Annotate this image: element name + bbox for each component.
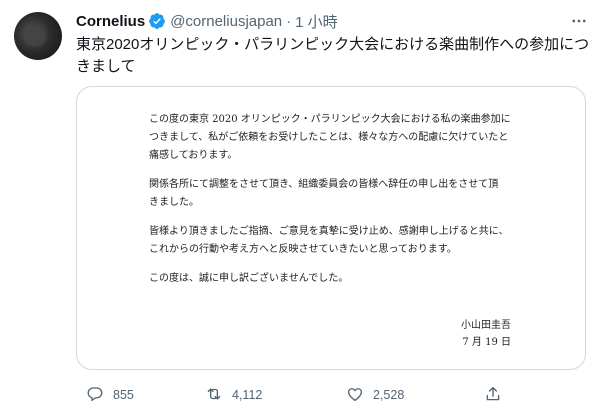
- tweet-actions: 855 4,112 2,528: [76, 382, 591, 408]
- statement-paragraph: 関係各所にて調整をさせて頂き、組織委員会の皆様へ辞任の申し出をさせて頂 きました…: [149, 176, 529, 212]
- statement-paragraph: この度の東京 2020 オリンピック・パラリンピック大会における私の楽曲参加に …: [149, 111, 529, 165]
- statement-line: つきまして、私がご依頼をお受けしたことは、様々な方への配慮に欠けていたと: [149, 132, 509, 143]
- user-handle[interactable]: @corneliusjapan: [170, 13, 282, 30]
- statement-line: これからの行動や考え方へと反映させていきたいと思っております。: [149, 244, 457, 255]
- separator-dot: ·: [286, 12, 292, 30]
- tweet-text: 東京2020オリンピック・パラリンピック大会における楽曲制作への参加につきまして: [76, 36, 590, 75]
- like-icon: [346, 385, 373, 406]
- reply-icon: [86, 385, 113, 406]
- share-icon: [484, 385, 511, 406]
- reply-count: 855: [113, 388, 134, 402]
- retweet-count: 4,112: [232, 388, 263, 402]
- retweet-icon: [205, 385, 232, 406]
- statement-line: この度は、誠に申し訳ございませんでした。: [149, 273, 349, 284]
- display-name[interactable]: Cornelius: [76, 13, 145, 30]
- like-button[interactable]: 2,528: [346, 382, 404, 408]
- share-button[interactable]: [484, 382, 511, 408]
- tweet-header: Cornelius @corneliusjapan · 1 小時: [76, 10, 338, 32]
- statement-image[interactable]: この度の東京 2020 オリンピック・パラリンピック大会における私の楽曲参加に …: [76, 86, 586, 370]
- statement-line: この度の東京 2020 オリンピック・パラリンピック大会における私の楽曲参加に: [149, 114, 511, 125]
- reply-button[interactable]: 855: [86, 382, 134, 408]
- signature-name: 小山田圭吾: [461, 320, 511, 331]
- statement-paragraph: この度は、誠に申し訳ございませんでした。: [149, 270, 529, 288]
- statement-line: 関係各所にて調整をさせて頂き、組織委員会の皆様へ辞任の申し出をさせて頂: [149, 179, 499, 190]
- timestamp[interactable]: 1 小時: [295, 11, 338, 32]
- statement-line: きました。: [149, 197, 199, 208]
- statement-paragraph: 皆様より頂きましたご指摘、ご意見を真摯に受け止め、感謝申し上げると共に、 これか…: [149, 223, 529, 259]
- verified-badge-icon: [148, 12, 166, 30]
- statement-body: この度の東京 2020 オリンピック・パラリンピック大会における私の楽曲参加に …: [149, 111, 529, 299]
- tweet[interactable]: Cornelius @corneliusjapan · 1 小時 東京2020オ…: [0, 0, 603, 419]
- like-count: 2,528: [373, 388, 405, 402]
- more-icon[interactable]: [567, 9, 591, 33]
- avatar[interactable]: [14, 12, 62, 60]
- statement-line: 皆様より頂きましたご指摘、ご意見を真摯に受け止め、感謝申し上げると共に、: [149, 226, 509, 237]
- statement-signature: 小山田圭吾 7 月 19 日: [461, 317, 511, 351]
- signature-date: 7 月 19 日: [462, 337, 511, 348]
- retweet-button[interactable]: 4,112: [205, 382, 262, 408]
- statement-line: 痛感しております。: [149, 150, 238, 161]
